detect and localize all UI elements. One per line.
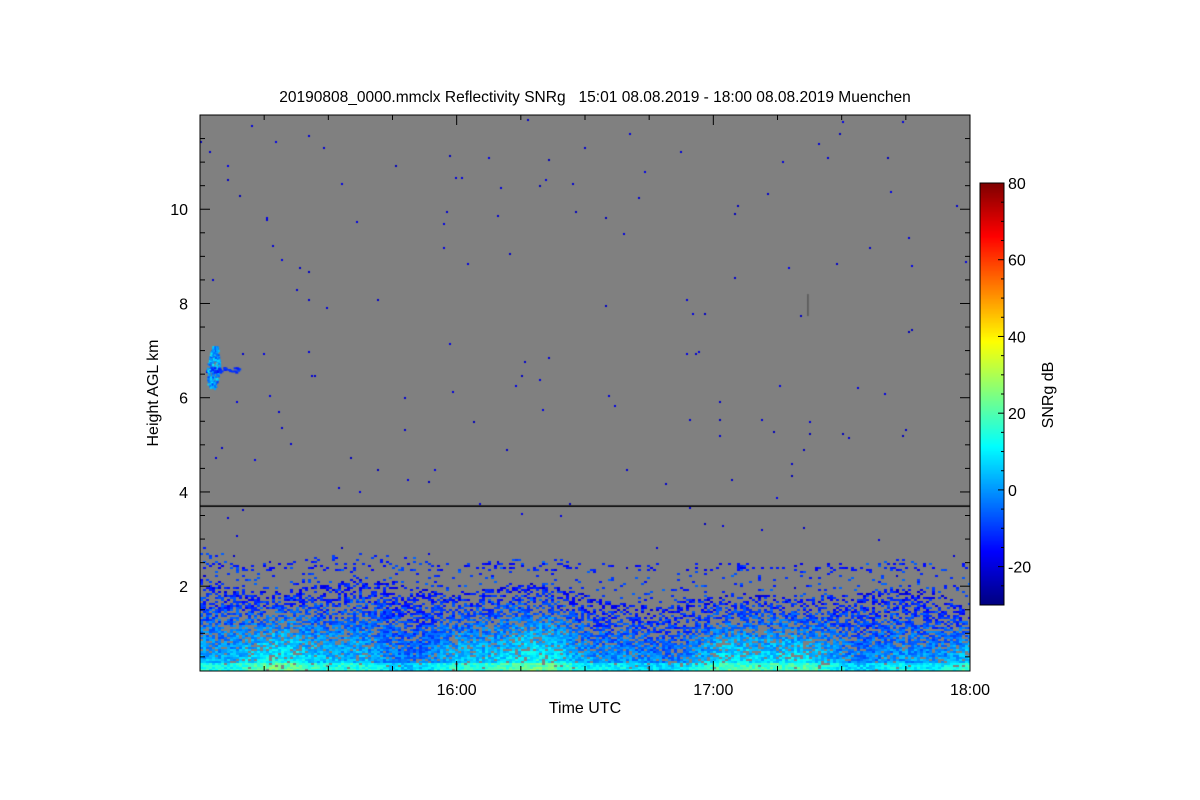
- y-tick-label: 8: [179, 296, 188, 313]
- plot-frame: [199, 114, 971, 672]
- x-tick-label: 18:00: [950, 682, 990, 699]
- colorbar-tick-label: 80: [1008, 176, 1026, 193]
- axes: 2 4 6 8 10 16:00 17:00 18:00 80 60 40 20 0 -20 Time U…: [145, 114, 1057, 717]
- colorbar-frame: [979, 182, 1005, 606]
- colorbar-tick-label: 60: [1008, 253, 1026, 270]
- colorbar-label: SNRg dB: [1040, 362, 1057, 429]
- y-axis-label: Height AGL km: [145, 339, 162, 446]
- y-tick-label: 10: [170, 202, 188, 219]
- x-axis-label: Time UTC: [549, 700, 621, 717]
- x-tick-label: 16:00: [437, 682, 477, 699]
- colorbar-tick-label: 40: [1008, 329, 1026, 346]
- y-tick-label: 2: [179, 579, 188, 596]
- x-tick-label: 17:00: [693, 682, 733, 699]
- y-tick-label: 6: [179, 391, 188, 408]
- y-tick-label: 4: [179, 485, 188, 502]
- colorbar-tick-label: -20: [1008, 560, 1031, 577]
- colorbar-tick-label: 20: [1008, 406, 1026, 423]
- colorbar-tick-label: 0: [1008, 483, 1017, 500]
